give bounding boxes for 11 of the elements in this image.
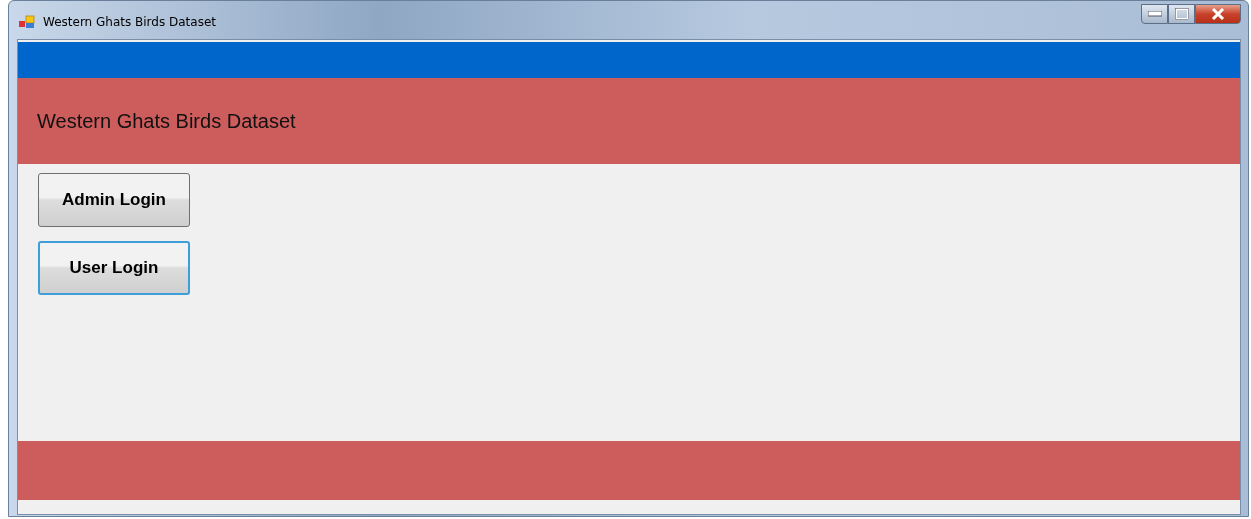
- close-button[interactable]: [1195, 4, 1241, 24]
- maximize-icon: [1174, 8, 1189, 20]
- login-button[interactable]: Admin Login: [38, 173, 190, 227]
- login-button[interactable]: User Login: [38, 241, 190, 295]
- close-icon: [1210, 8, 1226, 20]
- window-title: Western Ghats Birds Dataset: [43, 15, 217, 29]
- header-title: Western Ghats Birds Dataset: [37, 109, 296, 133]
- minimize-icon: [1147, 11, 1162, 17]
- maximize-button[interactable]: [1168, 4, 1195, 24]
- minimize-button[interactable]: [1141, 4, 1168, 24]
- app-icon: [19, 15, 35, 29]
